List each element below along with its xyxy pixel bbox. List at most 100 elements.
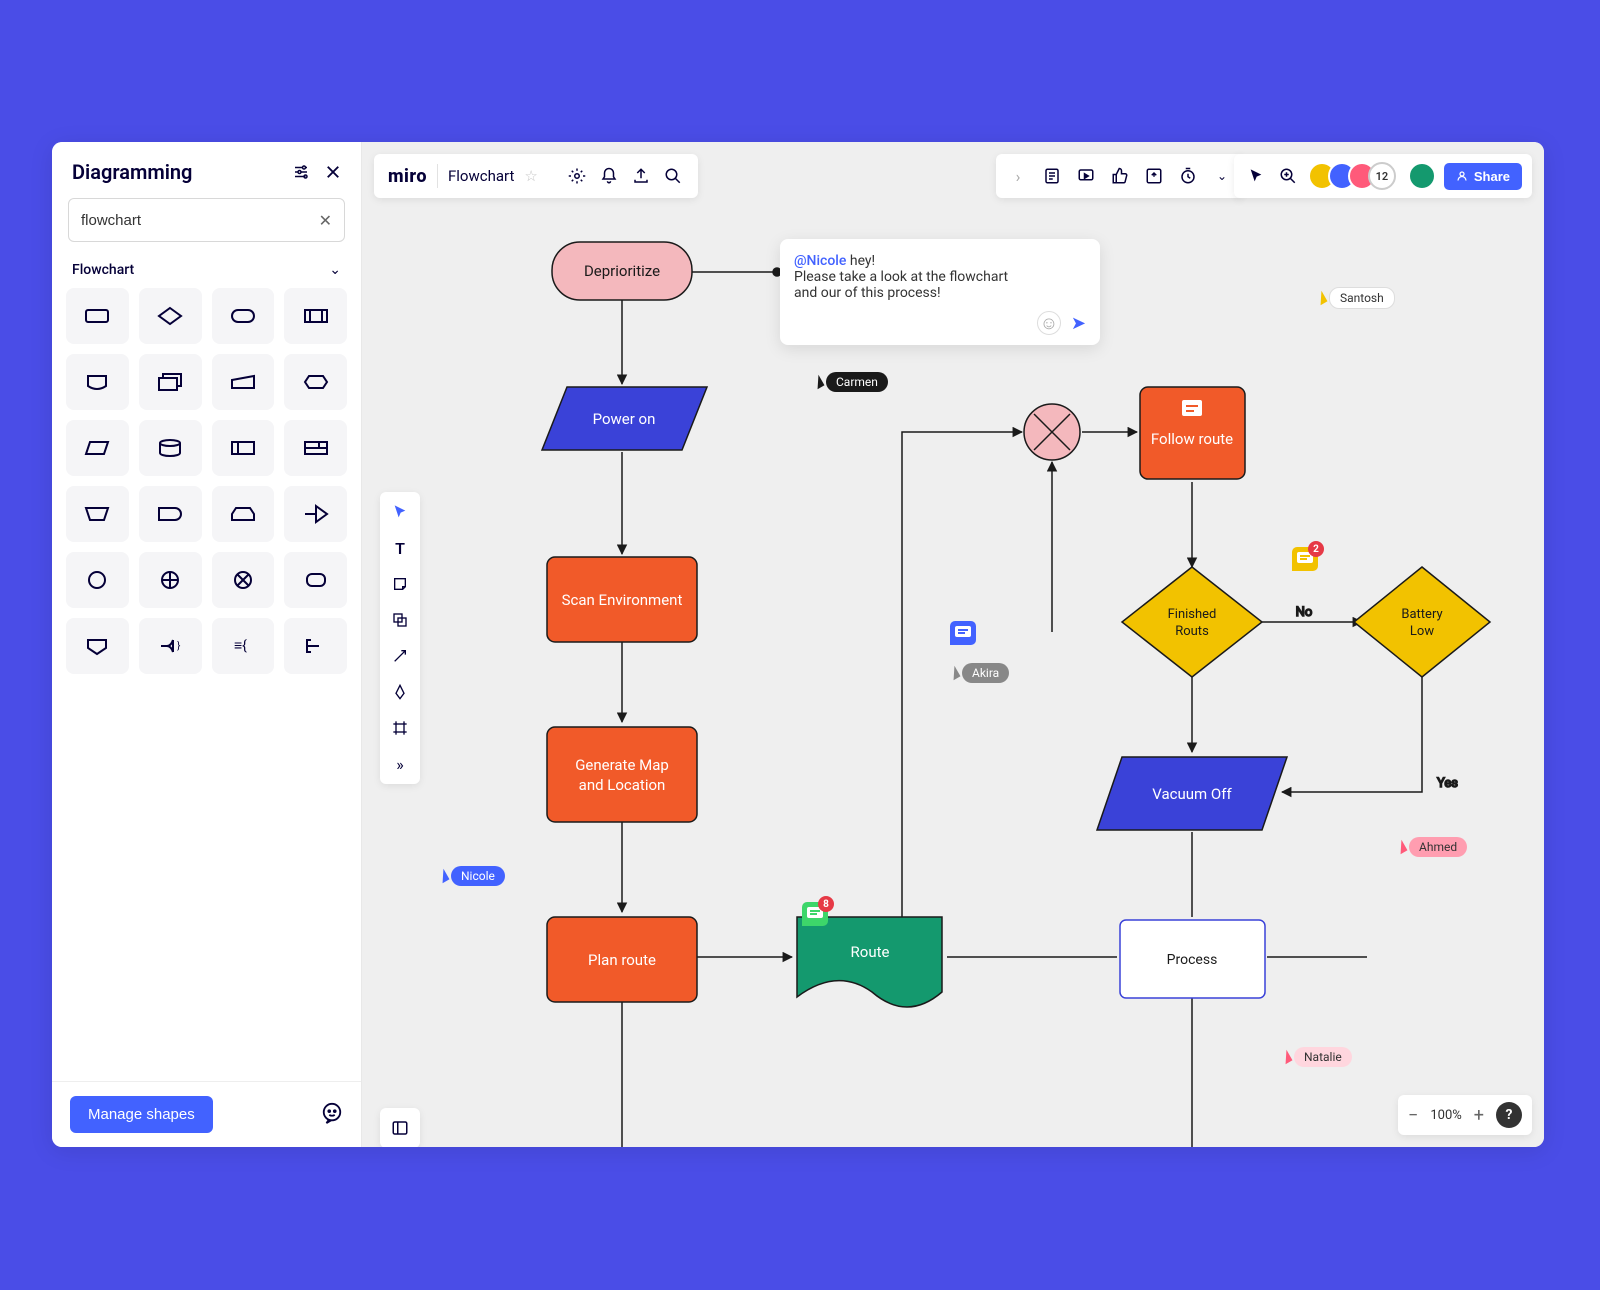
- timer-icon[interactable]: [1176, 164, 1200, 188]
- presentation-icon[interactable]: [1074, 164, 1098, 188]
- zoom-in[interactable]: +: [1474, 1105, 1484, 1126]
- settings-sliders-icon[interactable]: [289, 160, 313, 184]
- node-gen-map[interactable]: Generate Map and Location: [547, 727, 697, 822]
- svg-text:Low: Low: [1410, 624, 1434, 639]
- comment-line2: Please take a look at the flowchart: [794, 269, 1086, 285]
- zoom-level[interactable]: 100%: [1430, 1108, 1461, 1123]
- shape-preparation[interactable]: [284, 354, 347, 410]
- message-icon[interactable]: [321, 1102, 343, 1128]
- cursor-santosh: Santosh: [1317, 287, 1395, 309]
- add-cursor-icon[interactable]: [1276, 164, 1300, 188]
- share-button[interactable]: Share: [1444, 163, 1522, 190]
- zoom-bar: − 100% + ?: [1398, 1095, 1532, 1135]
- chevron-right-icon[interactable]: ›: [1006, 164, 1030, 188]
- shape-manual-operation[interactable]: [66, 486, 129, 542]
- node-plan-route[interactable]: Plan route: [547, 917, 697, 1002]
- search-input-wrap[interactable]: ✕: [68, 198, 345, 242]
- shape-annotation[interactable]: [284, 618, 347, 674]
- svg-text:Routs: Routs: [1175, 624, 1209, 639]
- shape-collate[interactable]: [284, 552, 347, 608]
- chevron-down-icon: ⌄: [329, 262, 341, 278]
- search-input[interactable]: [81, 212, 311, 229]
- shape-off-page[interactable]: [284, 486, 347, 542]
- shapes-panel: Diagramming ✕ Flowchart ⌄: [52, 142, 362, 1147]
- svg-text:}: }: [177, 640, 181, 652]
- node-route[interactable]: Route: [797, 917, 942, 1007]
- avatars[interactable]: 12: [1308, 162, 1396, 190]
- badge-count: 2: [1308, 541, 1324, 557]
- canvas[interactable]: No Yes Deprioritize Power on: [362, 142, 1544, 1147]
- star-icon[interactable]: ☆: [524, 167, 537, 185]
- comment-badge-yellow[interactable]: 2: [1292, 547, 1318, 571]
- help-button[interactable]: ?: [1496, 1102, 1522, 1128]
- node-process[interactable]: Process: [1120, 920, 1265, 998]
- shape-circle[interactable]: [66, 552, 129, 608]
- sticky-note-tool[interactable]: [388, 572, 412, 596]
- shape-database[interactable]: [139, 420, 202, 476]
- svg-text:Finished: Finished: [1168, 607, 1217, 622]
- shape-merge-left[interactable]: ≡{: [212, 618, 275, 674]
- svg-text:Deprioritize: Deprioritize: [584, 262, 660, 280]
- comment-greeting: hey!: [846, 253, 875, 269]
- shape-loop-limit[interactable]: [212, 486, 275, 542]
- export-icon[interactable]: [1142, 164, 1166, 188]
- manage-shapes-button[interactable]: Manage shapes: [70, 1096, 213, 1133]
- shape-data-storage[interactable]: [66, 618, 129, 674]
- shape-card[interactable]: [284, 420, 347, 476]
- shape-tool[interactable]: [388, 608, 412, 632]
- node-deprioritize[interactable]: Deprioritize: [552, 242, 692, 300]
- panel-title: Diagramming: [72, 160, 281, 184]
- shape-rounded-rect[interactable]: [212, 288, 275, 344]
- comment-badge-blue[interactable]: [950, 621, 976, 645]
- shape-or-junction[interactable]: [212, 552, 275, 608]
- node-junction[interactable]: [1024, 404, 1080, 460]
- comment-line3: and our of this process!: [794, 285, 1086, 301]
- close-icon[interactable]: [321, 160, 345, 184]
- search-icon[interactable]: [662, 165, 684, 187]
- zoom-out[interactable]: −: [1408, 1105, 1418, 1126]
- node-finished-routes[interactable]: Finished Routs: [1122, 567, 1262, 677]
- more-chevron-icon[interactable]: ⌄: [1210, 164, 1234, 188]
- comment-card[interactable]: @Nicole hey! Please take a look at the f…: [780, 239, 1100, 345]
- shape-predefined-process[interactable]: [284, 288, 347, 344]
- node-vacuum-off[interactable]: Vacuum Off: [1097, 757, 1287, 830]
- cursor-icon[interactable]: [1244, 164, 1268, 188]
- section-label: Flowchart: [72, 262, 134, 278]
- clear-search-icon[interactable]: ✕: [319, 211, 332, 230]
- thumbs-up-icon[interactable]: [1108, 164, 1132, 188]
- shape-multi-document[interactable]: [139, 354, 202, 410]
- upload-icon[interactable]: [630, 165, 652, 187]
- gear-icon[interactable]: [566, 165, 588, 187]
- comment-mention: @Nicole: [794, 253, 846, 269]
- text-tool[interactable]: T: [388, 536, 412, 560]
- shape-rectangle[interactable]: [66, 288, 129, 344]
- frame-tool[interactable]: [388, 716, 412, 740]
- shape-parallelogram[interactable]: [66, 420, 129, 476]
- board-name[interactable]: Flowchart: [448, 167, 514, 185]
- more-tools[interactable]: »: [388, 752, 412, 776]
- node-follow-route[interactable]: Follow route: [1140, 387, 1245, 479]
- emoji-icon[interactable]: ☺: [1037, 311, 1061, 335]
- arrow-tool[interactable]: [388, 644, 412, 668]
- svg-text:Route: Route: [851, 943, 890, 961]
- shape-summing-junction[interactable]: [139, 552, 202, 608]
- pen-tool[interactable]: [388, 680, 412, 704]
- bell-icon[interactable]: [598, 165, 620, 187]
- shape-merge-right[interactable]: }: [139, 618, 202, 674]
- shape-delay[interactable]: [139, 486, 202, 542]
- svg-text:Plan route: Plan route: [588, 951, 656, 969]
- comment-badge-green[interactable]: 8: [802, 902, 828, 926]
- node-power-on[interactable]: Power on: [542, 387, 707, 450]
- note-icon[interactable]: [1040, 164, 1064, 188]
- section-header[interactable]: Flowchart ⌄: [52, 256, 361, 288]
- shape-diamond[interactable]: [139, 288, 202, 344]
- shape-display[interactable]: [66, 354, 129, 410]
- node-battery-low[interactable]: Battery Low: [1354, 567, 1490, 677]
- panel-toggle[interactable]: [380, 1108, 420, 1147]
- current-user-avatar[interactable]: [1408, 162, 1436, 190]
- shape-internal-storage[interactable]: [212, 420, 275, 476]
- shape-manual-input[interactable]: [212, 354, 275, 410]
- send-icon[interactable]: ➤: [1071, 313, 1086, 334]
- select-tool[interactable]: [388, 500, 412, 524]
- node-scan-env[interactable]: Scan Environment: [547, 557, 697, 642]
